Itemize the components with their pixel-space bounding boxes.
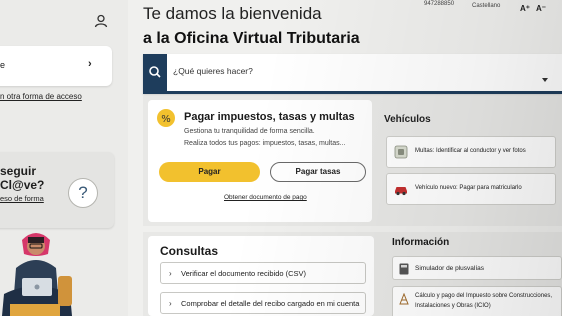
user-icon[interactable] bbox=[94, 14, 108, 28]
welcome-title-line1: Te damos la bienvenida bbox=[143, 4, 322, 23]
pay-button[interactable]: Pagar bbox=[159, 162, 260, 182]
pay-card-description-1: Gestiona tu tranquilidad de forma sencil… bbox=[184, 128, 315, 135]
svg-text:%: % bbox=[161, 114, 171, 125]
access-option-row[interactable]: e › bbox=[0, 46, 112, 86]
info-section-title: Información bbox=[392, 237, 450, 248]
clave-heading-line2: Cl@ve? bbox=[0, 178, 45, 192]
chevron-down-icon[interactable] bbox=[541, 76, 549, 84]
search-icon bbox=[149, 66, 161, 78]
other-access-link[interactable]: n otra forma de acceso bbox=[0, 92, 82, 101]
chevron-right-icon: › bbox=[88, 58, 92, 70]
consultas-item-check-receipt[interactable]: › Comprobar el detalle del recibo cargad… bbox=[160, 292, 366, 314]
get-payment-document-link[interactable]: Obtener documento de pago bbox=[224, 194, 307, 201]
search-bar[interactable]: ¿Qué quieres hacer? bbox=[143, 54, 562, 94]
traffic-camera-icon bbox=[394, 145, 408, 159]
calculator-icon bbox=[399, 263, 409, 275]
welcome-title-line2: a la Oficina Virtual Tributaria bbox=[143, 30, 360, 47]
search-button[interactable] bbox=[143, 54, 167, 91]
consultas-item-label: Verificar el documento recibido (CSV) bbox=[181, 269, 307, 278]
consultas-title: Consultas bbox=[160, 244, 219, 258]
vehicles-item-new-vehicle[interactable]: Vehículo nuevo: Pagar para matricularlo bbox=[386, 173, 556, 205]
info-item-label: Simulador de plusvalías bbox=[415, 265, 485, 272]
info-item-icio[interactable]: Cálculo y pago del Impuesto sobre Constr… bbox=[392, 286, 562, 316]
vehicles-item-label: Vehículo nuevo: Pagar para matricularlo bbox=[415, 185, 522, 191]
chevron-right-icon: › bbox=[169, 299, 172, 308]
percent-coin-icon: % bbox=[157, 109, 175, 127]
font-increase-button[interactable]: A⁺ bbox=[520, 4, 530, 13]
phone-number: 947288850 bbox=[424, 1, 455, 7]
construction-icon bbox=[399, 293, 409, 305]
car-icon bbox=[395, 187, 407, 196]
language-selector[interactable]: Castellano bbox=[472, 3, 500, 9]
access-option-label: e bbox=[0, 60, 6, 70]
consultas-item-label: Comprobar el detalle del recibo cargado … bbox=[181, 299, 360, 308]
font-decrease-button[interactable]: A⁻ bbox=[536, 4, 546, 13]
info-item-plusvalia-simulator[interactable]: Simulador de plusvalías bbox=[392, 256, 562, 280]
pay-card-title: Pagar impuestos, tasas y multas bbox=[184, 111, 355, 123]
chevron-right-icon: › bbox=[169, 269, 172, 278]
person-laptop-illustration bbox=[2, 233, 72, 316]
app-root: e › n otra forma de acceso seguir Cl@ve?… bbox=[0, 0, 562, 316]
vehicles-item-fines[interactable]: Multas: Identificar al conductor y ver f… bbox=[386, 136, 556, 168]
info-item-label-line2: Instalaciones y Obras (ICIO) bbox=[415, 303, 491, 309]
vehicles-item-label: Multas: Identificar al conductor y ver f… bbox=[415, 148, 526, 154]
clave-link[interactable]: eso de forma bbox=[0, 194, 44, 203]
pay-fees-button[interactable]: Pagar tasas bbox=[270, 162, 366, 182]
vehicles-section-title: Vehículos bbox=[384, 114, 431, 125]
pay-card-description-2: Realiza todos tus pagos: impuestos, tasa… bbox=[184, 140, 346, 147]
consultas-item-verify-csv[interactable]: › Verificar el documento recibido (CSV) bbox=[160, 262, 366, 284]
info-item-label-line1: Cálculo y pago del Impuesto sobre Constr… bbox=[415, 293, 553, 299]
search-input[interactable]: ¿Qué quieres hacer? bbox=[173, 66, 253, 76]
clave-heading-line1: seguir bbox=[0, 164, 37, 178]
sidebar: e › n otra forma de acceso seguir Cl@ve?… bbox=[0, 0, 128, 316]
help-question-icon[interactable]: ? bbox=[68, 178, 98, 208]
